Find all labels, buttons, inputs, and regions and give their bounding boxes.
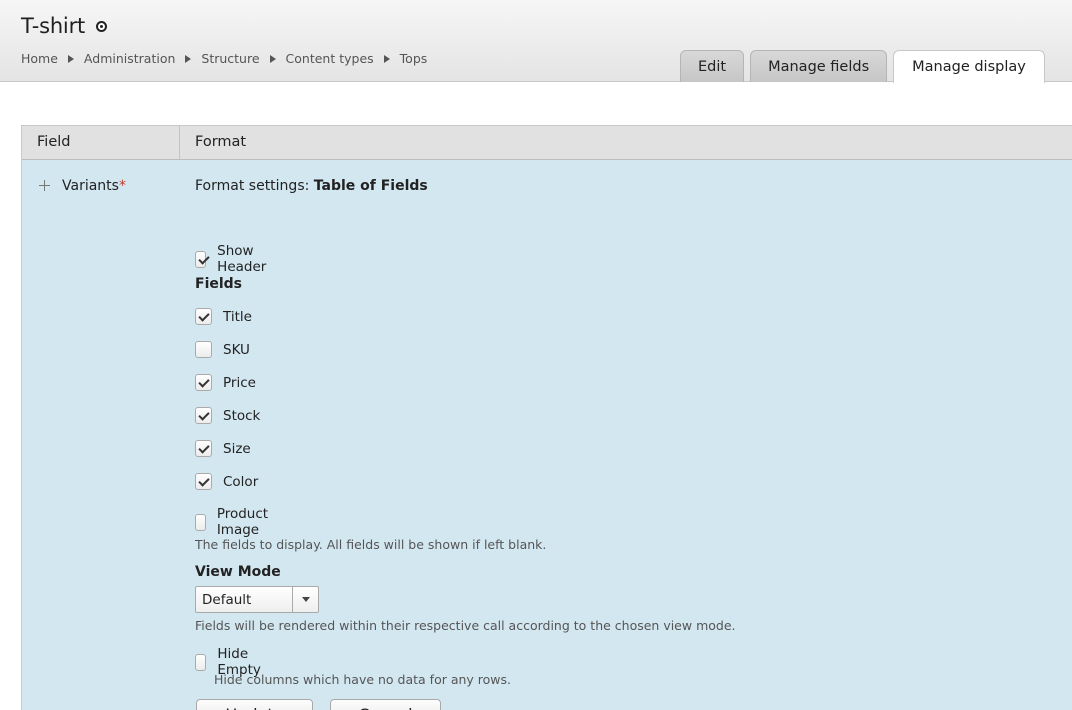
field-checkbox-stock[interactable]: Stock [195,407,260,424]
primary-tabs: Edit Manage fields Manage display [680,50,1051,83]
drag-handle-icon[interactable] [39,180,50,191]
checkbox-checked-icon[interactable] [195,374,212,391]
checkbox-checked-icon[interactable] [195,440,212,457]
table-row: Variants* Format settings: Table of Fiel… [22,160,1072,710]
checkbox-checked-icon[interactable] [195,250,207,268]
fields-description: The fields to display. All fields will b… [195,537,547,552]
field-checkbox-label: Title [223,308,252,325]
column-header-format: Format [195,134,247,150]
fields-group-label: Fields [195,276,243,292]
cancel-button[interactable]: Cancel [330,699,441,710]
field-display-table: Field Format Variants* Format settings: … [21,125,1072,710]
hide-empty-description: Hide columns which have no data for any … [214,672,512,687]
table-header: Field Format [22,126,1072,160]
required-marker: * [118,178,126,194]
page-title: T-shirt [21,14,86,38]
field-checkbox-label: Product Image [216,506,269,538]
checkbox-unchecked-icon[interactable] [195,513,206,531]
breadcrumb-structure[interactable]: Structure [201,51,259,66]
field-checkbox-label: Price [223,374,256,391]
breadcrumb-administration[interactable]: Administration [84,51,175,66]
tab-manage-display[interactable]: Manage display [893,50,1045,83]
breadcrumb: Home Administration Structure Content ty… [21,51,427,66]
show-header-label: Show Header [217,243,267,275]
breadcrumb-content-types[interactable]: Content types [286,51,374,66]
tab-manage-fields[interactable]: Manage fields [750,50,888,82]
field-checkbox-size[interactable]: Size [195,440,251,457]
field-checkbox-label: Color [223,473,259,490]
column-header-field: Field [22,126,180,159]
field-checkbox-label: SKU [223,341,250,358]
tab-edit[interactable]: Edit [680,50,745,82]
format-settings-title: Format settings: Table of Fields [195,178,428,194]
format-settings-prefix: Format settings: [195,178,314,194]
view-mode-selected-value: Default [202,591,252,608]
field-checkbox-label: Stock [223,407,261,424]
view-mode-description: Fields will be rendered within their res… [195,618,736,633]
page-header: T-shirt Home Administration Structure Co… [0,0,1072,83]
checkbox-checked-icon[interactable] [195,473,212,490]
view-mode-label: View Mode [195,564,281,580]
breadcrumb-tops[interactable]: Tops [400,51,428,66]
format-settings-value: Table of Fields [313,178,428,194]
checkbox-checked-icon[interactable] [195,407,212,424]
field-checkbox-price[interactable]: Price [195,374,256,391]
field-checkbox-color[interactable]: Color [195,473,258,490]
add-shortcut-icon[interactable] [96,21,107,32]
checkbox-unchecked-icon[interactable] [195,341,212,358]
view-mode-select[interactable]: Default [195,586,319,613]
checkbox-unchecked-icon[interactable] [195,653,207,671]
field-name: Variants* [62,178,126,194]
field-checkbox-title[interactable]: Title [195,308,252,325]
field-checkbox-product-image[interactable]: Product Image [195,506,274,538]
breadcrumb-separator-icon [185,54,192,63]
show-header-checkbox[interactable]: Show Header [195,243,272,275]
field-checkbox-label: Size [223,440,251,457]
checkbox-checked-icon[interactable] [195,308,212,325]
breadcrumb-separator-icon [269,54,276,63]
breadcrumb-separator-icon [67,54,74,63]
chevron-down-icon[interactable] [292,587,318,612]
breadcrumb-separator-icon [383,54,390,63]
field-name-label: Variants [62,178,119,194]
update-button[interactable]: Update [196,699,313,710]
breadcrumb-home[interactable]: Home [21,51,58,66]
field-checkbox-sku[interactable]: SKU [195,341,250,358]
